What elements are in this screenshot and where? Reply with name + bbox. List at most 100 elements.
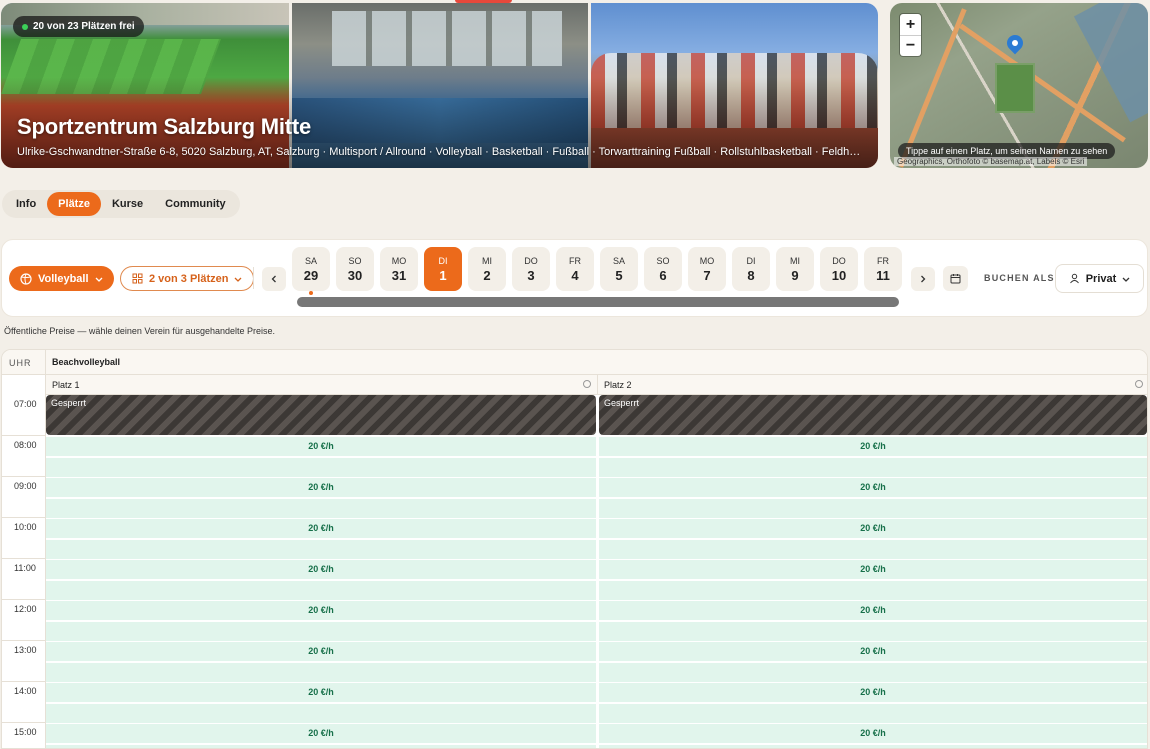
date-chip[interactable]: DO 10 bbox=[820, 247, 858, 291]
date-chip[interactable]: SO 6 bbox=[644, 247, 682, 291]
slot-price: 20 €/h bbox=[308, 523, 334, 533]
bookable-slot[interactable]: 20 €/h bbox=[46, 436, 596, 477]
time-label: 12:00 bbox=[2, 600, 45, 641]
date-chip-weekday: SA bbox=[304, 255, 317, 266]
slot-price: 20 €/h bbox=[860, 482, 886, 492]
date-chip[interactable]: SA 29 bbox=[292, 247, 330, 295]
time-label: 11:00 bbox=[2, 559, 45, 600]
date-chip[interactable]: DO 3 bbox=[512, 247, 550, 291]
tab-community[interactable]: Community bbox=[154, 192, 237, 216]
slot-price: 20 €/h bbox=[308, 646, 334, 656]
bookable-slot[interactable]: 20 €/h bbox=[599, 600, 1147, 641]
bookable-slot[interactable]: 20 €/h bbox=[599, 682, 1147, 723]
map-river bbox=[1073, 3, 1148, 123]
slot-half-hour[interactable] bbox=[599, 745, 1147, 748]
date-chip[interactable]: FR 11 bbox=[864, 247, 902, 291]
date-chip[interactable]: MO 7 bbox=[688, 247, 726, 291]
date-chip[interactable]: DI 8 bbox=[732, 247, 770, 291]
slot-price: 20 €/h bbox=[308, 605, 334, 615]
tab-plaetze[interactable]: Plätze bbox=[47, 192, 101, 216]
slot-half-hour[interactable] bbox=[599, 581, 1147, 600]
grid-icon bbox=[132, 273, 143, 284]
date-chip-day: 7 bbox=[703, 267, 711, 283]
slot-divider bbox=[599, 579, 1147, 580]
sport-select-button[interactable]: Volleyball bbox=[9, 266, 114, 291]
map-pin-icon[interactable] bbox=[1003, 31, 1027, 55]
slot-half-hour[interactable] bbox=[599, 622, 1147, 641]
slot-half-hour[interactable] bbox=[46, 458, 596, 477]
slot-half-hour[interactable] bbox=[599, 663, 1147, 682]
user-icon bbox=[1069, 273, 1079, 284]
slot-half-hour[interactable] bbox=[46, 663, 596, 682]
slot-half-hour[interactable] bbox=[599, 458, 1147, 477]
date-chip-day: 30 bbox=[347, 267, 363, 283]
prev-days-button[interactable] bbox=[262, 267, 286, 291]
toolbar-divider bbox=[253, 267, 254, 289]
tab-info[interactable]: Info bbox=[5, 192, 47, 216]
date-chip-day: 2 bbox=[483, 267, 491, 283]
date-chip[interactable]: MI 2 bbox=[468, 247, 506, 291]
info-icon[interactable] bbox=[583, 380, 591, 388]
bookable-slot[interactable]: 20 €/h bbox=[599, 559, 1147, 600]
date-chip-weekday: FR bbox=[877, 255, 889, 266]
slot-price: 20 €/h bbox=[308, 564, 334, 574]
date-chip[interactable]: FR 4 bbox=[556, 247, 594, 291]
slot-half-hour[interactable] bbox=[599, 499, 1147, 518]
slot-half-hour[interactable] bbox=[599, 540, 1147, 559]
slot-price: 20 €/h bbox=[860, 441, 886, 451]
calendar-button[interactable] bbox=[943, 266, 968, 291]
bookable-slot[interactable]: 20 €/h bbox=[46, 723, 596, 748]
slot-half-hour[interactable] bbox=[46, 499, 596, 518]
date-chip[interactable]: MI 9 bbox=[776, 247, 814, 291]
slot-half-hour[interactable] bbox=[46, 581, 596, 600]
zoom-in-button[interactable]: + bbox=[900, 14, 921, 35]
slot-divider bbox=[46, 579, 596, 580]
slot-half-hour[interactable] bbox=[46, 540, 596, 559]
court-name: Platz 2 bbox=[604, 380, 632, 390]
booking-toolbar: Volleyball 2 von 3 Plätzen SA 29 SO 30 MO 31 D… bbox=[1, 239, 1148, 317]
date-chip[interactable]: SO 30 bbox=[336, 247, 374, 291]
slot-price: 20 €/h bbox=[860, 687, 886, 697]
bookable-slot[interactable]: 20 €/h bbox=[46, 641, 596, 682]
time-label: 13:00 bbox=[2, 641, 45, 682]
hero-photo-group[interactable] bbox=[591, 3, 878, 168]
bookable-slot[interactable]: 20 €/h bbox=[46, 682, 596, 723]
bookable-slot[interactable]: 20 €/h bbox=[599, 723, 1147, 748]
date-chip-weekday: MO bbox=[391, 255, 407, 266]
date-chip[interactable]: MO 31 bbox=[380, 247, 418, 291]
next-days-button[interactable] bbox=[911, 267, 935, 291]
slot-price: 20 €/h bbox=[860, 646, 886, 656]
date-chip-weekday: SO bbox=[656, 255, 670, 266]
tab-kurse[interactable]: Kurse bbox=[101, 192, 154, 216]
court-select-button[interactable]: 2 von 3 Plätzen bbox=[120, 266, 255, 291]
date-chip-day: 8 bbox=[747, 267, 755, 283]
bookable-slot[interactable]: 20 €/h bbox=[599, 436, 1147, 477]
bookable-slot[interactable]: 20 €/h bbox=[599, 518, 1147, 559]
slot-half-hour[interactable] bbox=[46, 622, 596, 641]
bookable-slot[interactable]: 20 €/h bbox=[46, 600, 596, 641]
slot-divider bbox=[46, 620, 596, 621]
hero-photo-hall[interactable] bbox=[292, 3, 588, 168]
venue-subtitle: Ulrike-Gschwandtner-Straße 6-8, 5020 Sal… bbox=[17, 146, 862, 158]
slot-divider bbox=[46, 743, 596, 744]
date-chip[interactable]: SA 5 bbox=[600, 247, 638, 291]
venue-map[interactable]: + − Tippe auf einen Platz, um seinen Nam… bbox=[890, 3, 1148, 168]
slot-half-hour[interactable] bbox=[599, 704, 1147, 723]
date-strip-scrollbar[interactable] bbox=[297, 297, 899, 307]
bookable-slot[interactable]: 20 €/h bbox=[599, 477, 1147, 518]
slot-half-hour[interactable] bbox=[46, 745, 596, 748]
slot-price: 20 €/h bbox=[308, 441, 334, 451]
book-as-select[interactable]: Privat bbox=[1055, 264, 1144, 293]
zoom-out-button[interactable]: − bbox=[900, 35, 921, 56]
chevron-left-icon bbox=[271, 275, 276, 283]
bookable-slot[interactable]: 20 €/h bbox=[599, 641, 1147, 682]
slot-half-hour[interactable] bbox=[46, 704, 596, 723]
info-icon[interactable] bbox=[1135, 380, 1143, 388]
schedule-header: UHR Beachvolleyball bbox=[2, 350, 1147, 375]
slot-divider bbox=[599, 497, 1147, 498]
bookable-slot[interactable]: 20 €/h bbox=[46, 559, 596, 600]
bookable-slot[interactable]: 20 €/h bbox=[46, 518, 596, 559]
map-court-area[interactable] bbox=[995, 63, 1035, 113]
date-chip[interactable]: DI 1 bbox=[424, 247, 462, 291]
bookable-slot[interactable]: 20 €/h bbox=[46, 477, 596, 518]
